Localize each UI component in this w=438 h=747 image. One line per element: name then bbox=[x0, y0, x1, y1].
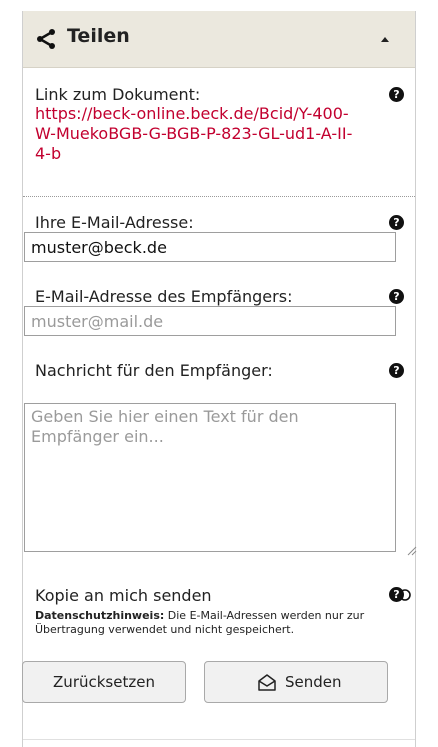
privacy-notice: Datenschutzhinweis: Die E-Mail-Adressen … bbox=[35, 609, 395, 637]
send-icon bbox=[258, 674, 276, 691]
privacy-title: Datenschutzhinweis: bbox=[35, 609, 165, 622]
copy-label: Kopie an mich senden bbox=[35, 586, 212, 605]
sender-label: Ihre E-Mail-Adresse: bbox=[35, 213, 194, 232]
divider bbox=[23, 196, 415, 197]
help-icon[interactable]: ? bbox=[389, 87, 404, 102]
sender-email-input[interactable] bbox=[24, 232, 396, 262]
send-label: Senden bbox=[285, 673, 342, 691]
recipient-label: E-Mail-Adresse des Empfängers: bbox=[35, 287, 293, 306]
share-icon bbox=[37, 29, 55, 49]
reset-button[interactable]: Zurücksetzen bbox=[22, 661, 186, 703]
panel-title: Teilen bbox=[67, 25, 130, 47]
resize-grip-icon[interactable] bbox=[407, 546, 417, 556]
link-label: Link zum Dokument: bbox=[35, 85, 201, 104]
message-textarea[interactable] bbox=[24, 403, 396, 552]
share-header[interactable]: Teilen bbox=[23, 11, 415, 68]
divider bbox=[23, 739, 415, 740]
message-label: Nachricht für den Empfänger: bbox=[35, 361, 273, 380]
help-icon[interactable]: ? bbox=[389, 289, 404, 304]
share-panel: Teilen Link zum Dokument: ? https://beck… bbox=[22, 11, 417, 747]
document-link[interactable]: https://beck-online.beck.de/Bcid/Y-400-W… bbox=[35, 104, 360, 164]
help-icon[interactable]: ? bbox=[389, 215, 404, 230]
help-icon[interactable]: ? bbox=[389, 587, 404, 602]
help-icon[interactable]: ? bbox=[389, 363, 404, 378]
recipient-email-input[interactable] bbox=[24, 306, 396, 336]
send-button[interactable]: Senden bbox=[204, 661, 388, 703]
caret-up-icon[interactable] bbox=[381, 37, 389, 42]
